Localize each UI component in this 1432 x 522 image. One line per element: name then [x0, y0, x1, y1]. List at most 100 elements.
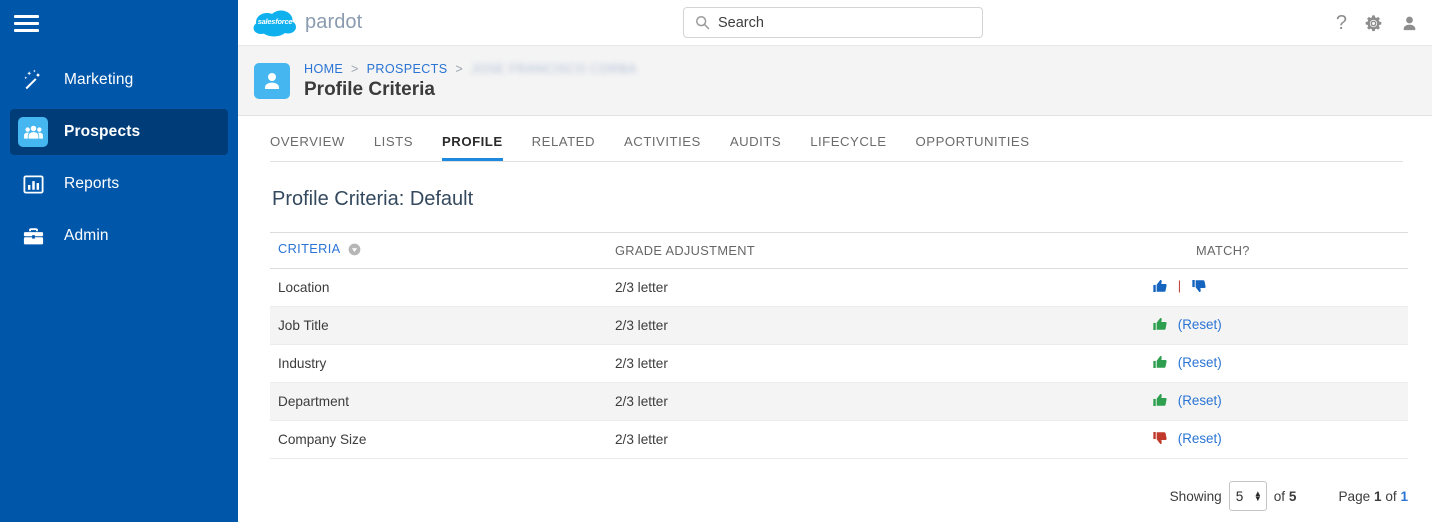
table-header: CRITERIA GRADE ADJUSTMENT MATCH?	[270, 233, 1408, 269]
cell-grade-adjustment: 2/3 letter	[607, 345, 1144, 383]
showing-label: Showing	[1170, 489, 1222, 504]
reset-link[interactable]: (Reset)	[1178, 355, 1222, 370]
breadcrumb-separator: >	[351, 62, 359, 76]
table-row: Department 2/3 letter (Reset)	[270, 383, 1408, 421]
per-page-stepper[interactable]: 5 ▲ ▼	[1229, 481, 1267, 511]
breadcrumb-separator: >	[455, 62, 463, 76]
cell-criteria: Job Title	[270, 307, 607, 345]
page-label: Page	[1338, 489, 1370, 504]
thumbs-up-icon[interactable]	[1152, 316, 1168, 335]
table-row: Location 2/3 letter |	[270, 269, 1408, 307]
sidebar-item-label: Admin	[64, 227, 109, 245]
tab-lists[interactable]: LISTS	[374, 134, 413, 161]
salesforce-wordmark: salesforce	[258, 17, 293, 26]
thumbs-up-icon[interactable]	[1152, 278, 1168, 297]
breadcrumb-trail: HOME > PROSPECTS > JOSE FRANCISCO CORBA	[304, 61, 637, 77]
breadcrumb-item-home[interactable]: HOME	[304, 62, 343, 76]
cell-grade-adjustment: 2/3 letter	[607, 307, 1144, 345]
column-header-criteria: CRITERIA	[270, 233, 607, 269]
breadcrumb-item-prospects[interactable]: PROSPECTS	[367, 62, 448, 76]
tab-overview[interactable]: OVERVIEW	[270, 134, 345, 161]
help-icon[interactable]: ?	[1336, 13, 1347, 33]
cell-match: (Reset)	[1144, 307, 1408, 345]
column-header-grade-adjustment: GRADE ADJUSTMENT	[607, 233, 1144, 269]
table-header-row: CRITERIA GRADE ADJUSTMENT MATCH?	[270, 233, 1408, 269]
sidebar-item-admin[interactable]: Admin	[10, 213, 228, 259]
per-page-value: 5	[1236, 489, 1244, 504]
thumbs-down-icon[interactable]	[1152, 430, 1168, 449]
table-row: Company Size 2/3 letter (Reset)	[270, 421, 1408, 459]
app-root: Marketing Prospects	[0, 0, 1432, 522]
breadcrumb-band: HOME > PROSPECTS > JOSE FRANCISCO CORBA …	[238, 46, 1432, 116]
pardot-wordmark: pardot	[305, 11, 362, 34]
prospect-avatar-icon	[254, 63, 290, 99]
chevron-down-icon: ▼	[1254, 496, 1262, 501]
thumbs-down-icon[interactable]	[1191, 278, 1207, 297]
pagination: Showing 5 ▲ ▼ of 5 Page 1 of 1	[270, 481, 1408, 511]
reset-link[interactable]: (Reset)	[1178, 431, 1222, 446]
stepper-arrows-icon[interactable]: ▲ ▼	[1254, 491, 1262, 501]
total-value: 5	[1289, 489, 1297, 504]
search-input[interactable]: Search	[683, 7, 983, 38]
reset-link[interactable]: (Reset)	[1178, 317, 1222, 332]
content-area: Profile Criteria: Default CRITERIA	[238, 188, 1432, 511]
reset-link[interactable]: (Reset)	[1178, 393, 1222, 408]
search-icon	[695, 15, 710, 30]
sort-descending-circle-icon[interactable]	[348, 243, 361, 259]
breadcrumb: HOME > PROSPECTS > JOSE FRANCISCO CORBA …	[304, 61, 637, 101]
tab-audits[interactable]: AUDITS	[730, 134, 781, 161]
cell-match: (Reset)	[1144, 383, 1408, 421]
user-icon[interactable]	[1400, 14, 1419, 33]
page-of-label: of	[1385, 489, 1396, 504]
current-page: 1	[1374, 489, 1382, 504]
of-label: of	[1274, 489, 1285, 504]
profile-criteria-table: CRITERIA GRADE ADJUSTMENT MATCH?	[270, 232, 1408, 459]
sidebar-item-prospects[interactable]: Prospects	[10, 109, 228, 155]
tab-lifecycle[interactable]: LIFECYCLE	[810, 134, 886, 161]
people-group-icon	[18, 117, 48, 147]
hamburger-menu-button[interactable]	[0, 0, 238, 46]
tab-activities[interactable]: ACTIVITIES	[624, 134, 701, 161]
page-info: Page 1 of 1	[1338, 489, 1408, 504]
tab-related[interactable]: RELATED	[532, 134, 595, 161]
cell-grade-adjustment: 2/3 letter	[607, 383, 1144, 421]
brand-logo[interactable]: salesforce pardot	[252, 8, 362, 38]
sidebar-nav: Marketing Prospects	[0, 46, 238, 259]
cell-match: |	[1144, 269, 1408, 307]
tab-bar: OVERVIEW LISTS PROFILE RELATED ACTIVITIE…	[270, 116, 1403, 162]
cell-grade-adjustment: 2/3 letter	[607, 269, 1144, 307]
bar-chart-icon	[18, 169, 48, 199]
match-separator: |	[1178, 278, 1181, 293]
breadcrumb-item-prospect-name: JOSE FRANCISCO CORBA	[471, 62, 637, 76]
section-title: Profile Criteria: Default	[272, 188, 1408, 211]
tab-profile[interactable]: PROFILE	[442, 134, 503, 161]
top-bar-icons: ?	[1336, 0, 1419, 46]
sort-criteria-link[interactable]: CRITERIA	[278, 241, 340, 256]
cell-match: (Reset)	[1144, 345, 1408, 383]
cell-criteria: Location	[270, 269, 607, 307]
page-title: Profile Criteria	[304, 79, 637, 101]
cell-criteria: Industry	[270, 345, 607, 383]
cell-grade-adjustment: 2/3 letter	[607, 421, 1144, 459]
cell-match: (Reset)	[1144, 421, 1408, 459]
top-bar: salesforce pardot Search ?	[238, 0, 1432, 46]
last-page-link[interactable]: 1	[1400, 489, 1408, 504]
sidebar: Marketing Prospects	[0, 0, 238, 522]
search-placeholder: Search	[718, 15, 764, 31]
thumbs-up-icon[interactable]	[1152, 392, 1168, 411]
thumbs-up-icon[interactable]	[1152, 354, 1168, 373]
cell-criteria: Company Size	[270, 421, 607, 459]
hamburger-icon	[14, 11, 39, 36]
main-area: salesforce pardot Search ?	[238, 0, 1432, 522]
gear-icon[interactable]	[1364, 14, 1383, 33]
cell-criteria: Department	[270, 383, 607, 421]
table-row: Industry 2/3 letter (Reset)	[270, 345, 1408, 383]
sidebar-item-marketing[interactable]: Marketing	[10, 57, 228, 103]
tab-opportunities[interactable]: OPPORTUNITIES	[916, 134, 1030, 161]
magic-wand-icon	[18, 65, 48, 95]
sidebar-item-label: Marketing	[64, 71, 133, 89]
column-header-match: MATCH?	[1144, 233, 1408, 269]
sidebar-item-reports[interactable]: Reports	[10, 161, 228, 207]
sidebar-item-label: Prospects	[64, 123, 140, 141]
sidebar-item-label: Reports	[64, 175, 119, 193]
